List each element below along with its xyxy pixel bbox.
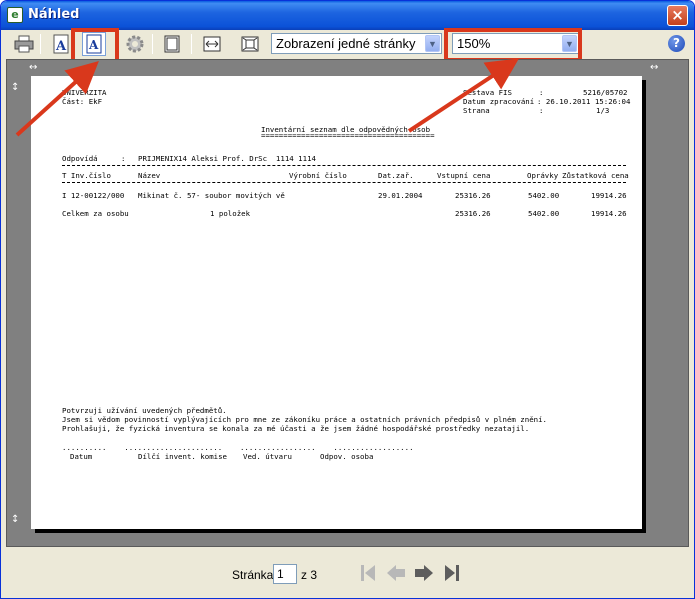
next-page-icon[interactable] (413, 562, 435, 584)
previous-page-icon[interactable] (385, 562, 407, 584)
page-label: Stránka (232, 568, 274, 582)
page-total: z 3 (301, 568, 318, 582)
last-page-icon[interactable] (441, 562, 463, 584)
first-page-icon[interactable] (357, 562, 379, 584)
page-navigation: Stránka 1 z 3 (1, 549, 694, 598)
arrow-to-zoom-select (407, 58, 520, 133)
page-number-input[interactable]: 1 (273, 564, 297, 584)
arrow-to-font-button (15, 60, 99, 137)
annotation-arrows (15, 58, 520, 137)
preview-window: e Náhled × A A Zobrazení jedné stránky ▼… (0, 0, 695, 599)
